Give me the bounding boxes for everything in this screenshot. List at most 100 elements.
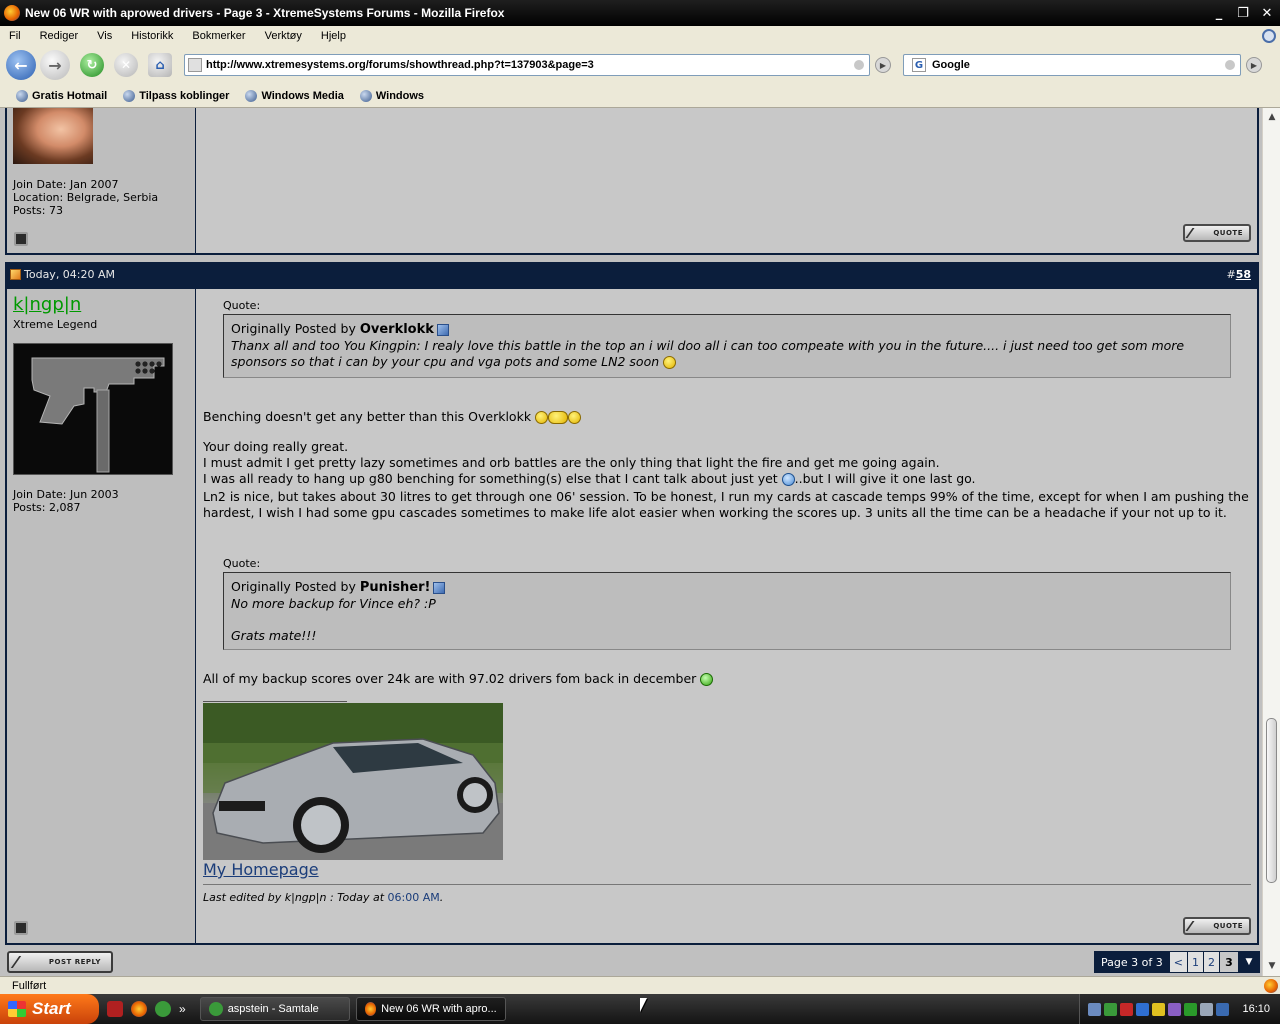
post-date: Today, 04:20 AM [24, 268, 116, 281]
menu-file[interactable]: Fil [3, 30, 27, 42]
gun-avatar-image [14, 344, 172, 474]
bookmark-gratis-hotmail[interactable]: Gratis Hotmail [16, 89, 107, 102]
scroll-down-arrow-icon[interactable]: ▼ [1264, 958, 1280, 974]
bookmark-tilpass-koblinger[interactable]: Tilpass koblinger [123, 89, 230, 102]
page-menu-dropdown-icon[interactable]: ▼ [1239, 952, 1259, 972]
user-avatar[interactable] [13, 343, 173, 475]
wink-smiley-icon [781, 473, 795, 486]
page-navigation: Page 3 of 3 < 1 2 3 ▼ [1094, 951, 1260, 973]
quicklaunch-more[interactable]: » [179, 1002, 186, 1016]
pencil-icon [1185, 921, 1207, 931]
taskbar-item-firefox[interactable]: New 06 WR with apro... [355, 997, 506, 1021]
bookmark-icon [123, 89, 136, 102]
quote-button[interactable]: QUOTE [1183, 917, 1251, 935]
homepage-link[interactable]: My Homepage [203, 860, 319, 879]
tray-messenger-icon[interactable] [1104, 1002, 1118, 1016]
quicklaunch-firefox-icon[interactable] [131, 1001, 147, 1017]
forward-button[interactable]: → [40, 50, 70, 80]
tray-network-icon[interactable] [1088, 1002, 1102, 1016]
messenger-icon [208, 1002, 223, 1016]
tray-app-icon[interactable] [1216, 1002, 1230, 1016]
dropdown-icon[interactable] [854, 60, 864, 70]
menu-edit[interactable]: Rediger [34, 30, 85, 42]
post-reply-button[interactable]: POST REPLY [7, 951, 113, 973]
menu-bookmarks[interactable]: Bokmerker [186, 30, 251, 42]
smiley-icon [535, 411, 549, 424]
tray-app-icon[interactable] [1168, 1002, 1182, 1016]
tray-ati-icon[interactable] [1120, 1002, 1134, 1016]
quote-label: Quote: [223, 557, 261, 570]
start-button[interactable]: Start [0, 994, 99, 1024]
page-1-link[interactable]: 1 [1188, 952, 1203, 972]
quote-originally: Originally Posted by [231, 579, 356, 594]
vertical-scrollbar[interactable]: ▲ ▼ [1262, 108, 1280, 976]
post-number-link[interactable]: 58 [1236, 268, 1251, 281]
user-avatar[interactable] [13, 108, 93, 164]
quote-attribution: Originally Posted by Overklokk [231, 321, 1223, 338]
bookmark-label: Tilpass koblinger [139, 89, 230, 102]
bookmark-windows[interactable]: Windows [359, 89, 425, 102]
tray-app-icon[interactable] [1184, 1002, 1198, 1016]
quote-text-content: Thanx all and too You Kingpin: I realy l… [231, 338, 1185, 369]
task-label: aspstein - Samtale [227, 1003, 319, 1015]
menu-history[interactable]: Historikk [125, 30, 179, 42]
home-button[interactable]: ⌂ [148, 53, 172, 77]
quote-button[interactable]: QUOTE [1183, 224, 1251, 242]
quicklaunch-messenger-icon[interactable] [155, 1001, 171, 1017]
status-bar: Fullført [0, 976, 1280, 994]
tray-volume-icon[interactable] [1200, 1002, 1214, 1016]
page-viewport: Join Date: Jan 2007 Location: Belgrade, … [0, 108, 1262, 976]
search-go-button[interactable]: ▶ [1246, 57, 1262, 73]
page-indicator: Page 3 of 3 [1095, 952, 1169, 972]
reload-button[interactable]: ↻ [80, 53, 104, 77]
navigation-toolbar: ← → ↻ ✕ ⌂ http://www.xtremesystems.org/f… [0, 46, 1280, 84]
window-title: New 06 WR with aprowed drivers - Page 3 … [25, 6, 505, 20]
scroll-up-arrow-icon[interactable]: ▲ [1264, 109, 1280, 125]
taskbar-item-chat[interactable]: aspstein - Samtale [199, 997, 350, 1021]
search-clear-icon[interactable] [1225, 60, 1235, 70]
menu-tools[interactable]: Verktøy [259, 30, 308, 42]
bookmarks-toolbar: Gratis Hotmail Tilpass koblinger Windows… [0, 84, 1280, 108]
windows-logo-icon [8, 1001, 26, 1017]
view-post-icon[interactable] [433, 581, 446, 594]
quicklaunch-app-icon[interactable] [107, 1001, 123, 1017]
message-text: All of my backup scores over 24k are wit… [203, 671, 697, 686]
previous-page-link[interactable]: < [1169, 952, 1187, 972]
edited-suffix: . [439, 891, 444, 904]
tray-app-icon[interactable] [1152, 1002, 1166, 1016]
view-post-icon[interactable] [436, 323, 449, 336]
firefox-icon [4, 5, 20, 21]
go-button[interactable]: ▶ [875, 57, 891, 73]
google-icon[interactable]: G [912, 58, 926, 72]
back-button[interactable]: ← [6, 50, 36, 80]
username-link[interactable]: k|ngp|n [13, 294, 81, 315]
message-paragraph: All of my backup scores over 24k are wit… [203, 671, 1251, 687]
tray-app-icon[interactable] [1136, 1002, 1150, 1016]
bookmark-label: Windows [375, 89, 425, 102]
bookmark-icon [245, 89, 258, 102]
search-engine-label[interactable]: Google [932, 59, 1225, 71]
system-tray: 16:10 [1079, 994, 1280, 1024]
car-photo [203, 703, 503, 860]
page-2-link[interactable]: 2 [1204, 952, 1219, 972]
url-bar[interactable]: http://www.xtremesystems.org/forums/show… [184, 54, 870, 76]
post-user-panel: k|ngp|n Xtreme Legend Join Date: Jun 200… [7, 289, 196, 943]
maximize-button[interactable]: ❐ [1232, 2, 1254, 24]
quote-attribution: Originally Posted by Punisher! [231, 579, 1223, 596]
firefox-status-icon [1264, 978, 1278, 993]
minimize-button[interactable]: _ [1208, 2, 1230, 24]
search-bar[interactable]: G Google [903, 54, 1241, 76]
offline-status-icon [14, 232, 28, 246]
stop-button[interactable]: ✕ [114, 53, 138, 77]
bookmark-windows-media[interactable]: Windows Media [245, 89, 344, 102]
throbber-icon [1262, 29, 1276, 43]
url-text[interactable]: http://www.xtremesystems.org/forums/show… [206, 59, 854, 71]
scrollbar-thumb[interactable] [1266, 718, 1277, 883]
post-reply-label: POST REPLY [48, 958, 101, 966]
bookmark-icon [359, 89, 372, 102]
menu-help[interactable]: Hjelp [315, 30, 352, 42]
bookmark-label: Windows Media [261, 89, 344, 102]
menu-view[interactable]: Vis [91, 30, 118, 42]
close-button[interactable]: ✕ [1256, 2, 1278, 24]
mouse-cursor-icon [640, 998, 647, 1012]
